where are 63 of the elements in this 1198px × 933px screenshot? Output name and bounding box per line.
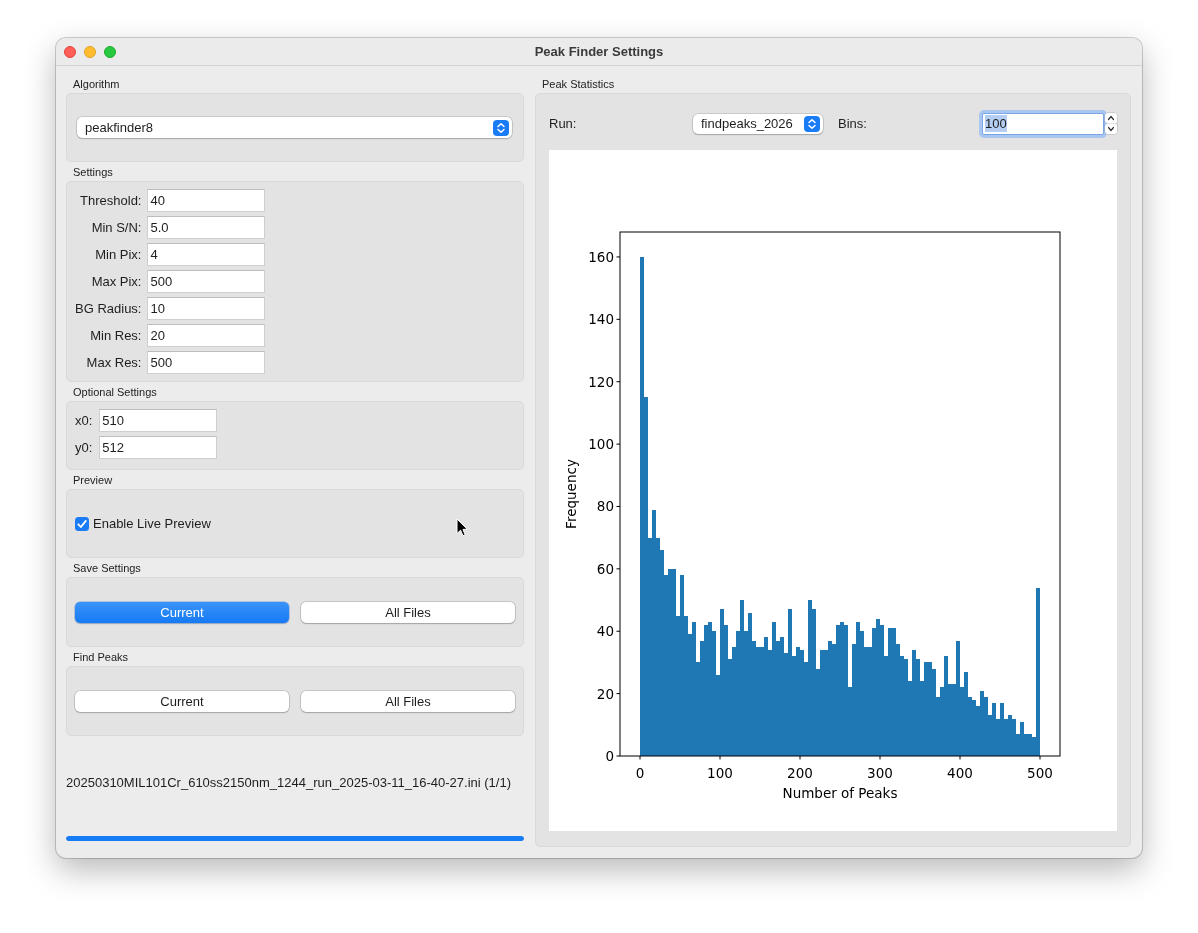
group-title: Settings <box>73 166 113 178</box>
x-tick-label: 500 <box>1027 765 1053 781</box>
zoom-button[interactable] <box>104 45 116 58</box>
run-label: Run: <box>549 116 577 131</box>
bins-label: Bins: <box>838 116 867 131</box>
field-label: Threshold: <box>80 193 142 208</box>
y-tick-label: 80 <box>596 498 614 515</box>
file-name-text: 20250310MIL101Cr_610ss2150nm_1244_run_2025-03-11_16-40-27.ini (1/1) <box>66 775 511 790</box>
push-button[interactable]: All Files <box>301 690 515 712</box>
y-tick-label: 100 <box>588 436 614 453</box>
close-button[interactable] <box>64 45 76 58</box>
run-dropdown[interactable]: findpeaks_2026 <box>693 113 823 134</box>
field-label: x0: <box>75 413 93 428</box>
push-button[interactable]: Current <box>75 690 289 712</box>
y-tick-label: 40 <box>596 623 614 640</box>
mouse-pointer-icon <box>456 518 468 537</box>
group-title: Optional Settings <box>73 386 157 398</box>
updown-chevron-icon <box>804 115 820 132</box>
input-field[interactable]: 500 <box>147 351 266 374</box>
field-label: Max Res: <box>86 355 142 370</box>
push-button[interactable]: All Files <box>301 601 515 623</box>
algorithm-dropdown[interactable]: peakfinder8 <box>77 117 512 138</box>
x-tick-label: 300 <box>867 765 893 781</box>
y-tick-label: 60 <box>596 560 614 577</box>
input-field[interactable]: 4 <box>147 243 266 266</box>
group-title: Save Settings <box>73 562 141 574</box>
checkbox[interactable] <box>75 516 89 531</box>
bins-spinbox-field[interactable]: 100 <box>982 112 1104 135</box>
step-up-button[interactable] <box>1105 113 1117 123</box>
input-field[interactable]: 5.0 <box>147 216 266 239</box>
field-label: Min Pix: <box>95 247 142 262</box>
y-tick-label: 0 <box>605 748 614 764</box>
input-field[interactable]: 10 <box>147 297 266 320</box>
field-label: Max Pix: <box>91 274 142 289</box>
push-button[interactable]: Current <box>75 601 289 623</box>
checkbox-label[interactable]: Enable Live Preview <box>93 516 211 531</box>
input-field[interactable]: 20 <box>147 324 266 347</box>
input-field[interactable]: 40 <box>147 189 266 212</box>
y-axis-title: Frequency <box>563 459 579 529</box>
input-field[interactable]: 500 <box>147 270 266 293</box>
field-label: BG Radius: <box>75 301 142 316</box>
bins-value: 100 <box>985 115 1007 132</box>
x-tick-label: 100 <box>707 765 733 781</box>
group-title: Preview <box>73 474 113 486</box>
y-tick-label: 140 <box>588 311 614 328</box>
field-label: Min S/N: <box>91 220 142 235</box>
group-title: Algorithm <box>73 78 120 90</box>
group-title: Find Peaks <box>73 651 129 663</box>
x-axis-title: Number of Peaks <box>782 785 898 801</box>
y-tick-label: 160 <box>588 248 614 265</box>
step-down-button[interactable] <box>1105 124 1117 134</box>
group-title: Peak Statistics <box>542 78 615 90</box>
x-tick-label: 0 <box>635 765 645 781</box>
input-field[interactable]: 512 <box>99 436 218 459</box>
x-tick-label: 200 <box>787 765 813 781</box>
y-tick-label: 20 <box>596 685 614 702</box>
field-label: Min Res: <box>90 328 142 343</box>
x-tick-label: 400 <box>947 765 973 781</box>
input-field[interactable]: 510 <box>99 409 218 432</box>
y-tick-label: 120 <box>588 373 614 390</box>
window-title: Peak Finder Settings <box>534 44 664 59</box>
field-label: y0: <box>75 440 93 455</box>
updown-chevron-icon <box>493 119 509 136</box>
